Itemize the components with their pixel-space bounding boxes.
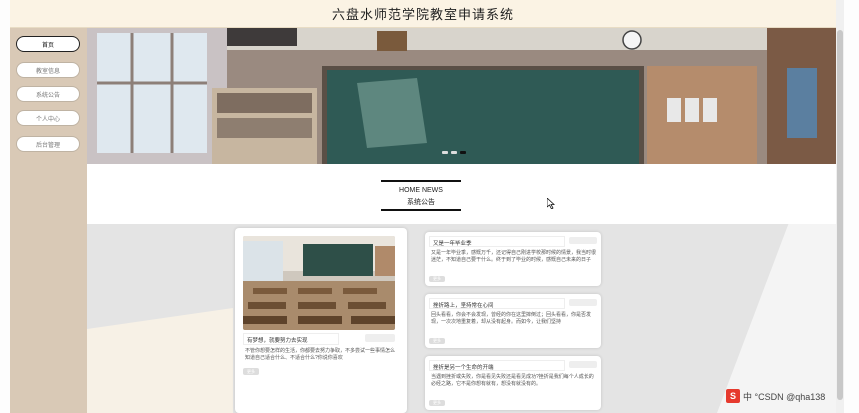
scrollbar-thumb[interactable] (837, 30, 843, 400)
divider (381, 180, 461, 182)
news-item-date (569, 361, 597, 368)
main-content: HOME NEWS 系统公告 有梦想，就要努力去实现 不管你想要怎样的生活，你都… (87, 28, 836, 413)
mouse-cursor-icon (547, 198, 555, 209)
news-item-title[interactable]: 又是一年毕业季 (429, 236, 565, 247)
decorative-shape (87, 308, 233, 413)
featured-news-description: 不管你想要怎样的生活，你都要去努力争取，不多尝试一些事情怎么知道自己适合什么、不… (245, 348, 396, 361)
sidebar: 首页 教室信息 系统公告 个人中心 后台管理 (10, 28, 87, 413)
news-heading-en: HOME NEWS (399, 187, 443, 194)
csdn-watermark: S 中 °CSDN @qha138 (726, 388, 825, 404)
featured-news-more-button[interactable]: 更多 (243, 368, 259, 375)
sidebar-item-admin[interactable]: 后台管理 (16, 136, 80, 152)
news-list-item[interactable]: 又是一年毕业季 又是一年毕业季，感慨万千，还记得自己刚进学校那时候的情景，我当时… (425, 232, 601, 286)
news-item-more-button[interactable]: 更多 (429, 338, 445, 344)
news-item-description: 当遇到挫折或失败，你是看见失败还是看见成功?挫折是我们每个人成长的必经之路，它不… (431, 374, 594, 387)
featured-news-title[interactable]: 有梦想，就要努力去实现 (243, 333, 339, 345)
carousel-dot-active[interactable] (460, 151, 466, 154)
banner-carousel[interactable] (87, 28, 836, 164)
news-list-item[interactable]: 挫折路上，坚持常在心间 回头看看，你会不会发现，曾经的你在这里摔倒过；回头看看，… (425, 294, 601, 348)
page-title: 六盘水师范学院教室申请系统 (331, 7, 514, 22)
news-heading-cn: 系统公告 (407, 199, 435, 206)
sidebar-item-profile[interactable]: 个人中心 (16, 110, 80, 126)
news-list-item[interactable]: 挫折是另一个生命的开端 当遇到挫折或失败，你是看见失败还是看见成功?挫折是我们每… (425, 356, 601, 410)
watermark-text: 中 °CSDN @qha138 (743, 391, 826, 402)
news-item-description: 又是一年毕业季，感慨万千，还记得自己刚进学校那时候的情景，我当时很迷茫，不知道自… (431, 250, 597, 263)
featured-news-date (365, 334, 395, 342)
featured-news-card[interactable]: 有梦想，就要努力去实现 不管你想要怎样的生活，你都要去努力争取，不多尝试一些事情… (235, 228, 407, 413)
news-item-more-button[interactable]: 更多 (429, 400, 445, 406)
news-heading: HOME NEWS 系统公告 (381, 180, 461, 212)
news-item-title[interactable]: 挫折路上，坚持常在心间 (429, 298, 565, 309)
carousel-dot[interactable] (442, 151, 448, 154)
header: 六盘水师范学院教室申请系统 (10, 0, 836, 28)
news-item-date (569, 237, 597, 244)
carousel-dot[interactable] (451, 151, 457, 154)
divider (381, 209, 461, 211)
csdn-logo-icon: S (726, 389, 740, 403)
sidebar-item-home[interactable]: 首页 (16, 36, 80, 52)
news-item-title[interactable]: 挫折是另一个生命的开端 (429, 360, 565, 371)
sidebar-item-announcements[interactable]: 系统公告 (16, 86, 80, 102)
news-section: 有梦想，就要努力去实现 不管你想要怎样的生活，你都要去努力争取，不多尝试一些事情… (87, 224, 836, 413)
decorative-shape (717, 224, 836, 413)
app-window: 六盘水师范学院教室申请系统 首页 教室信息 系统公告 个人中心 后台管理 HOM… (10, 0, 836, 413)
carousel-indicators (442, 151, 466, 154)
vertical-scrollbar[interactable] (836, 0, 844, 413)
classroom-banner-image (87, 28, 836, 164)
news-item-more-button[interactable]: 更多 (429, 276, 445, 282)
browser-frame: 六盘水师范学院教室申请系统 首页 教室信息 系统公告 个人中心 后台管理 HOM… (0, 0, 859, 413)
news-item-date (569, 299, 597, 306)
sidebar-item-classrooms[interactable]: 教室信息 (16, 62, 80, 78)
news-item-description: 回头看看，你会不会发现，曾经的你在这里摔倒过；回头看看，你是否发现，一次次地重复… (431, 312, 592, 325)
classroom-photo[interactable] (243, 236, 395, 330)
